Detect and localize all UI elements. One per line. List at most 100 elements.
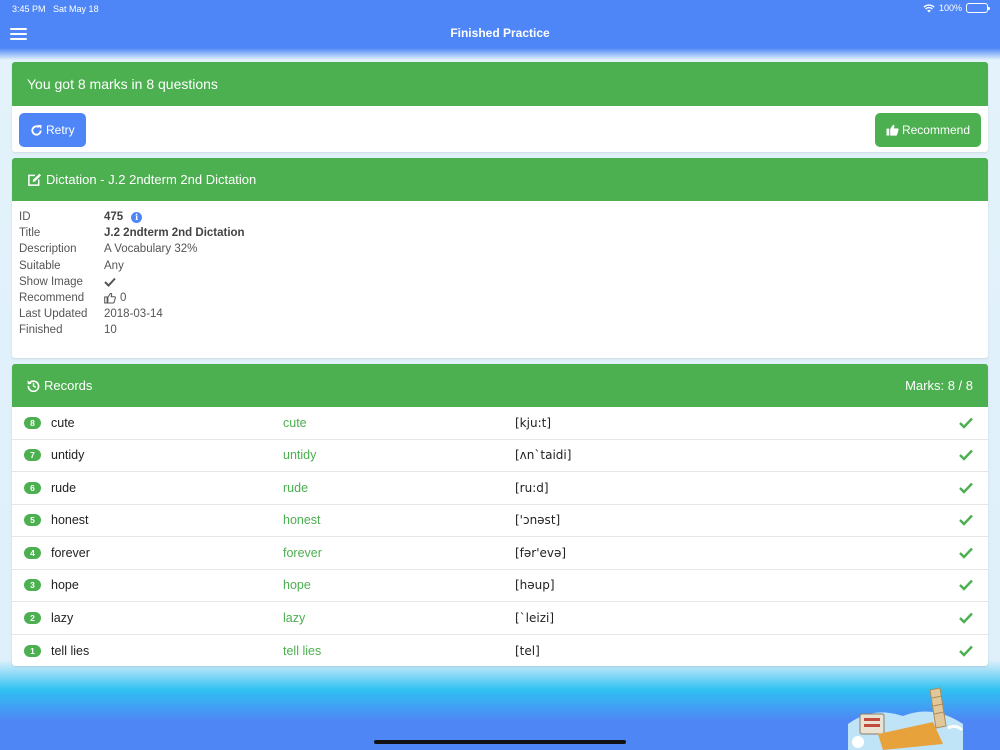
- thumbs-up-icon: [886, 124, 899, 136]
- detail-row-description: Description A Vocabulary 32%: [12, 241, 988, 257]
- wifi-icon: [923, 3, 935, 12]
- status-indicators: 100%: [923, 3, 990, 13]
- page-title: Finished Practice: [450, 26, 550, 40]
- record-row[interactable]: 6 rude rude [ru:d]: [12, 472, 988, 505]
- home-indicator[interactable]: [374, 740, 626, 744]
- record-row[interactable]: 3 hope hope [həup]: [12, 570, 988, 602]
- record-answer: forever: [283, 545, 322, 560]
- records-list: 8 cute cute [kju:t] 7 untidy untidy [ʌn`taidi] 6…: [12, 407, 988, 666]
- record-number-badge: 8: [24, 416, 41, 429]
- detail-value-finished: 10: [104, 324, 117, 337]
- detail-label: Show Image: [19, 275, 83, 288]
- record-word: forever: [51, 545, 90, 560]
- record-number-badge: 5: [24, 514, 41, 527]
- record-answer: cute: [283, 415, 307, 430]
- records-header: Records Marks: 8 / 8: [12, 364, 988, 407]
- history-icon: [27, 380, 40, 392]
- record-answer: tell lies: [283, 643, 322, 658]
- correct-check-icon: [959, 514, 973, 526]
- check-icon: [104, 277, 116, 287]
- result-summary: You got 8 marks in 8 questions: [12, 62, 988, 106]
- record-word: tell lies: [51, 643, 90, 658]
- record-row[interactable]: 8 cute cute [kju:t]: [12, 407, 988, 440]
- record-row[interactable]: 7 untidy untidy [ʌn`taidi]: [12, 440, 988, 472]
- detail-row-suitable: Suitable Any: [12, 258, 988, 274]
- record-phonetic: [həup]: [515, 578, 555, 593]
- correct-check-icon: [959, 645, 973, 657]
- record-word: honest: [51, 513, 89, 528]
- detail-row-last-updated: Last Updated 2018-03-14: [12, 306, 988, 322]
- record-number-badge: 7: [24, 449, 41, 462]
- dictation-title: Dictation - J.2 2ndterm 2nd Dictation: [46, 172, 257, 187]
- record-word: rude: [51, 480, 77, 495]
- detail-value-title: J.2 2ndterm 2nd Dictation: [104, 227, 245, 240]
- detail-label: Title: [19, 227, 41, 240]
- records-card: Records Marks: 8 / 8 8 cute cute [kju:t] 7 un…: [12, 364, 988, 666]
- battery-icon: [966, 3, 990, 13]
- record-word: lazy: [51, 610, 74, 625]
- redo-icon: [31, 124, 42, 136]
- detail-label: Description: [19, 243, 77, 256]
- record-row[interactable]: 2 lazy lazy [`leizi]: [12, 602, 988, 635]
- record-number-badge: 2: [24, 611, 41, 624]
- detail-label: Recommend: [19, 292, 85, 305]
- record-answer: untidy: [283, 448, 317, 463]
- record-row[interactable]: 4 forever forever [fər'evə]: [12, 537, 988, 570]
- record-phonetic: ['ɔnəst]: [515, 513, 561, 528]
- retry-label: Retry: [46, 123, 75, 137]
- detail-label: ID: [19, 211, 31, 224]
- record-phonetic: [`leizi]: [515, 610, 555, 625]
- detail-row-recommend: Recommend 0: [12, 290, 988, 306]
- nav-bar: Finished Practice: [0, 18, 1000, 50]
- recommend-label: Recommend: [901, 123, 970, 137]
- detail-value-last-updated: 2018-03-14: [104, 308, 163, 321]
- record-word: untidy: [51, 448, 85, 463]
- correct-check-icon: [959, 417, 973, 429]
- dictation-info-card: Dictation - J.2 2ndterm 2nd Dictation ID…: [12, 158, 988, 358]
- detail-label: Last Updated: [19, 308, 88, 321]
- record-row[interactable]: 1 tell lies tell lies [tel]: [12, 635, 988, 667]
- recommend-button[interactable]: Recommend: [874, 113, 981, 147]
- detail-value-id: 475 i: [104, 211, 143, 223]
- record-phonetic: [fər'evə]: [515, 545, 567, 560]
- correct-check-icon: [959, 612, 973, 624]
- detail-value-show-image: [104, 277, 116, 287]
- record-phonetic: [kju:t]: [515, 415, 551, 430]
- correct-check-icon: [959, 547, 973, 559]
- record-phonetic: [ru:d]: [515, 480, 549, 495]
- record-row[interactable]: 5 honest honest ['ɔnəst]: [12, 505, 988, 537]
- record-number-badge: 4: [24, 546, 41, 559]
- detail-row-title: Title J.2 2ndterm 2nd Dictation: [12, 225, 988, 241]
- record-phonetic: [ʌn`taidi]: [515, 448, 572, 463]
- result-card: You got 8 marks in 8 questions Retry Rec…: [12, 62, 988, 152]
- record-answer: honest: [283, 513, 321, 528]
- dictation-header: Dictation - J.2 2ndterm 2nd Dictation: [12, 158, 988, 201]
- record-word: cute: [51, 415, 75, 430]
- detail-value-description: A Vocabulary 32%: [104, 243, 198, 256]
- record-number-badge: 1: [24, 644, 41, 657]
- detail-row-finished: Finished 10: [12, 322, 988, 338]
- record-answer: lazy: [283, 610, 306, 625]
- status-bar: 3:45 PM Sat May 18 100%: [0, 0, 1000, 18]
- record-number-badge: 3: [24, 579, 41, 592]
- marks-summary: Marks: 8 / 8: [905, 378, 973, 393]
- records-title: Records: [44, 378, 93, 393]
- detail-value-suitable: Any: [104, 259, 124, 272]
- edit-icon: [28, 173, 42, 186]
- correct-check-icon: [959, 482, 973, 494]
- detail-label: Suitable: [19, 259, 61, 272]
- record-answer: hope: [283, 578, 311, 593]
- record-number-badge: 6: [24, 481, 41, 494]
- retry-button[interactable]: Retry: [19, 113, 86, 147]
- status-time-date: 3:45 PM Sat May 18: [12, 4, 99, 14]
- detail-value-recommend: 0: [104, 292, 126, 304]
- record-phonetic: [tel]: [515, 643, 540, 658]
- record-word: hope: [51, 578, 79, 593]
- travel-illustration: [848, 687, 964, 750]
- info-icon[interactable]: i: [131, 211, 143, 223]
- correct-check-icon: [959, 449, 973, 461]
- dictation-details: ID 475 i Title J.2 2ndterm 2nd Dictation …: [12, 201, 988, 339]
- record-answer: rude: [283, 480, 309, 495]
- correct-check-icon: [959, 579, 973, 591]
- detail-row-show-image: Show Image: [12, 274, 988, 290]
